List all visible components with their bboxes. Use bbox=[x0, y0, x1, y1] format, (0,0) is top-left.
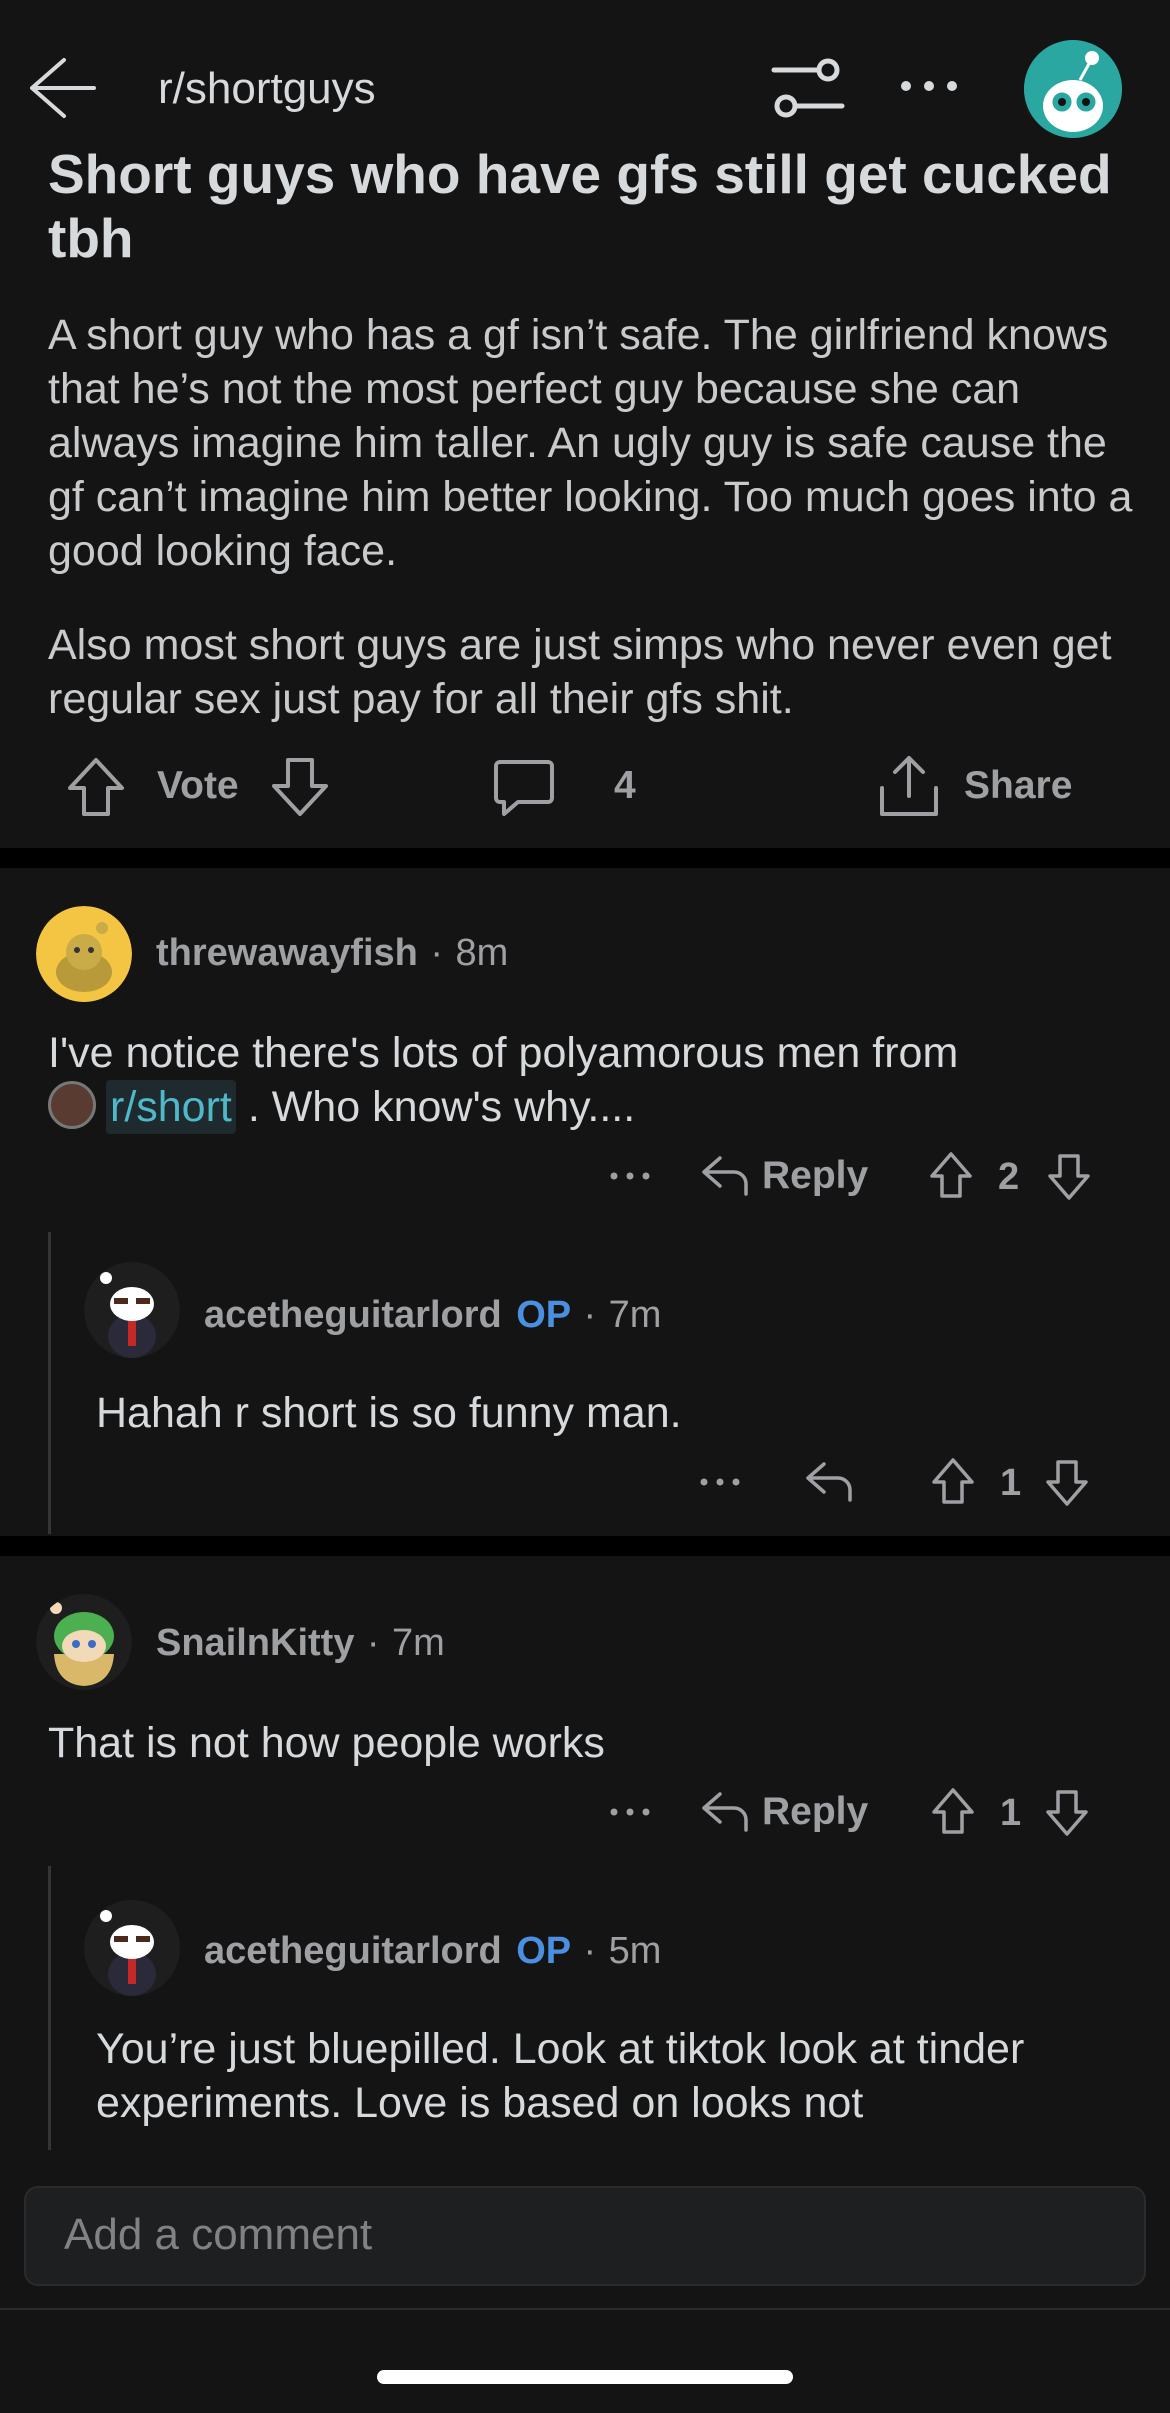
comment-upvote-icon[interactable] bbox=[930, 1456, 976, 1506]
footer-divider bbox=[0, 2308, 1170, 2310]
commenter-avatar[interactable] bbox=[84, 1900, 180, 1996]
comment-downvote-icon[interactable] bbox=[1046, 1152, 1092, 1202]
vote-label: Vote bbox=[157, 764, 239, 807]
commenter-avatar[interactable] bbox=[84, 1262, 180, 1358]
user-avatar[interactable] bbox=[1024, 40, 1122, 138]
comment-score: 1 bbox=[1000, 1462, 1022, 1504]
reply-time: 5m bbox=[608, 1930, 662, 1972]
comment-count: 4 bbox=[614, 764, 636, 807]
post-body-paragraph: A short guy who has a gf isn’t safe. The… bbox=[48, 311, 1133, 575]
thread-line[interactable] bbox=[48, 1232, 51, 1534]
comment-more-icon[interactable] bbox=[698, 1470, 742, 1494]
comment-upvote-icon[interactable] bbox=[928, 1150, 974, 1200]
scroll-clip bbox=[40, 2150, 1150, 2186]
back-arrow-icon[interactable] bbox=[24, 50, 96, 122]
commenter-avatar[interactable] bbox=[36, 906, 132, 1002]
comment-score: 1 bbox=[1000, 1792, 1022, 1834]
commenter-avatar[interactable] bbox=[36, 1594, 132, 1690]
op-badge: OP bbox=[516, 1930, 572, 1972]
comment-text: That is not how people works bbox=[48, 1719, 605, 1767]
comment-text: I've notice there's lots of polyamorous … bbox=[48, 1026, 1138, 1134]
reply-username[interactable]: acetheguitarlord bbox=[204, 1930, 502, 1972]
separator-dot: · bbox=[430, 932, 443, 974]
share-icon[interactable] bbox=[878, 752, 940, 818]
reply-button[interactable]: Reply bbox=[762, 1790, 868, 1834]
sort-filter-icon[interactable] bbox=[770, 56, 846, 120]
more-options-icon[interactable] bbox=[896, 66, 962, 106]
comment-time: 7m bbox=[392, 1622, 445, 1664]
reply-icon[interactable] bbox=[700, 1788, 750, 1834]
share-label[interactable]: Share bbox=[964, 764, 1072, 808]
post-title[interactable]: Short guys who have gfs still get cucked… bbox=[48, 142, 1128, 270]
post-body-paragraph: Also most short guys are just simps who … bbox=[48, 621, 1112, 723]
home-indicator[interactable] bbox=[377, 2370, 793, 2384]
reply-text: Hahah r short is so funny man. bbox=[96, 1389, 682, 1437]
separator-dot: · bbox=[366, 1622, 380, 1664]
subreddit-avatar bbox=[48, 1081, 96, 1129]
reply-icon[interactable] bbox=[804, 1458, 854, 1504]
thread-line[interactable] bbox=[48, 1866, 51, 2150]
reply-username[interactable]: acetheguitarlord bbox=[204, 1294, 502, 1336]
comment-username[interactable]: SnailnKitty bbox=[156, 1622, 354, 1664]
upvote-icon[interactable] bbox=[66, 756, 126, 818]
comment-username[interactable]: threwawayfish bbox=[156, 932, 418, 974]
separator-dot: · bbox=[583, 1294, 597, 1336]
subreddit-name[interactable]: r/shortguys bbox=[158, 64, 376, 114]
section-divider bbox=[0, 848, 1170, 868]
reply-icon[interactable] bbox=[700, 1152, 750, 1198]
comment-upvote-icon[interactable] bbox=[930, 1786, 976, 1836]
reply-time: 7m bbox=[608, 1294, 662, 1336]
subreddit-link[interactable]: r/short bbox=[106, 1080, 236, 1134]
downvote-icon[interactable] bbox=[270, 756, 330, 818]
comment-bubble-icon[interactable] bbox=[492, 758, 556, 818]
comment-downvote-icon[interactable] bbox=[1044, 1458, 1090, 1508]
comment-score: 2 bbox=[998, 1156, 1020, 1198]
separator-dot: · bbox=[583, 1930, 597, 1972]
comment-more-icon[interactable] bbox=[608, 1164, 652, 1188]
comment-downvote-icon[interactable] bbox=[1044, 1788, 1090, 1838]
reply-text: You’re just bluepilled. Look at tiktok l… bbox=[96, 2025, 1025, 2127]
comment-time: 8m bbox=[455, 932, 509, 974]
add-comment-placeholder: Add a comment bbox=[64, 2210, 373, 2259]
op-badge: OP bbox=[516, 1294, 572, 1336]
comment-more-icon[interactable] bbox=[608, 1800, 652, 1824]
section-divider bbox=[0, 1536, 1170, 1556]
reply-button[interactable]: Reply bbox=[762, 1154, 868, 1198]
